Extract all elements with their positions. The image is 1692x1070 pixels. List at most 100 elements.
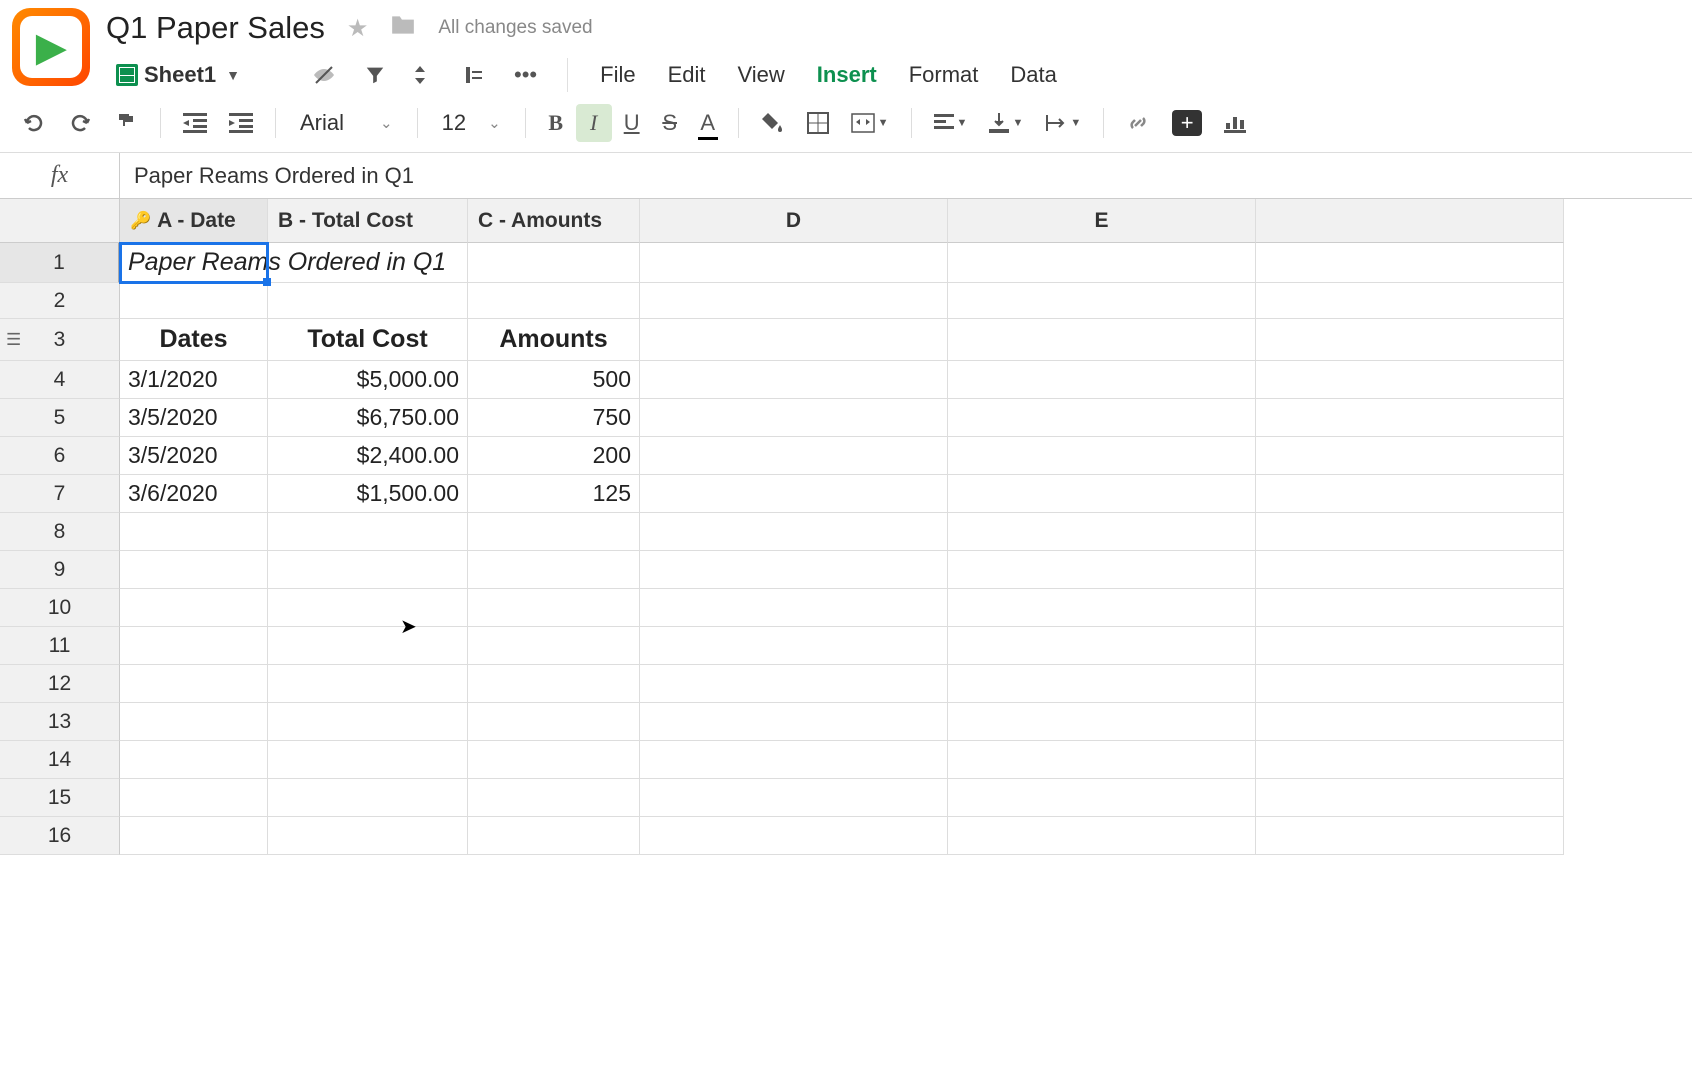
menu-edit[interactable]: Edit [652,56,722,94]
sheet-tab[interactable]: Sheet1 ▼ [106,58,250,92]
cell-d8[interactable] [640,513,948,551]
indent-decrease-button[interactable] [173,107,217,139]
cell-f16[interactable] [1256,817,1564,855]
cell-c9[interactable] [468,551,640,589]
cell-d15[interactable] [640,779,948,817]
menu-data[interactable]: Data [994,56,1072,94]
cell-c8[interactable] [468,513,640,551]
cell-f11[interactable] [1256,627,1564,665]
text-color-button[interactable]: A [690,104,726,142]
cell-a3[interactable]: Dates [120,319,268,361]
italic-button[interactable]: I [576,104,612,142]
cell-a9[interactable] [120,551,268,589]
cell-f15[interactable] [1256,779,1564,817]
cell-f5[interactable] [1256,399,1564,437]
cell-e5[interactable] [948,399,1256,437]
row-header-6[interactable]: 6 [0,437,120,475]
indent-increase-button[interactable] [219,107,263,139]
row-header-8[interactable]: 8 [0,513,120,551]
star-icon[interactable]: ★ [347,14,369,43]
cell-f4[interactable] [1256,361,1564,399]
cell-a16[interactable] [120,817,268,855]
cell-a7[interactable]: 3/6/2020 [120,475,268,513]
cell-c3[interactable]: Amounts [468,319,640,361]
cell-b9[interactable] [268,551,468,589]
visibility-off-icon[interactable] [298,57,350,93]
row-header-12[interactable]: 12 [0,665,120,703]
insert-comment-button[interactable]: + [1162,104,1212,142]
cell-a15[interactable] [120,779,268,817]
cell-c4[interactable]: 500 [468,361,640,399]
cell-a12[interactable] [120,665,268,703]
cell-a1[interactable]: Paper Reams Ordered in Q1 [120,243,268,283]
cell-f7[interactable] [1256,475,1564,513]
font-size-select[interactable]: 12 ⌄ [430,106,513,140]
cell-c13[interactable] [468,703,640,741]
cell-b7[interactable]: $1,500.00 [268,475,468,513]
cell-d5[interactable] [640,399,948,437]
document-title[interactable]: Q1 Paper Sales [106,10,325,46]
column-header-e[interactable]: E [948,199,1256,243]
cell-e4[interactable] [948,361,1256,399]
redo-button[interactable] [58,105,102,141]
menu-insert[interactable]: Insert [801,56,893,94]
cell-c6[interactable]: 200 [468,437,640,475]
more-options-icon[interactable]: ••• [500,56,551,94]
column-header-b[interactable]: B - Total Cost [268,199,468,243]
cell-c14[interactable] [468,741,640,779]
cell-c2[interactable] [468,283,640,319]
cell-d2[interactable] [640,283,948,319]
cell-a4[interactable]: 3/1/2020 [120,361,268,399]
bold-button[interactable]: B [538,104,574,142]
cell-e14[interactable] [948,741,1256,779]
borders-button[interactable] [797,106,839,140]
cell-e15[interactable] [948,779,1256,817]
cell-a13[interactable] [120,703,268,741]
cell-b5[interactable]: $6,750.00 [268,399,468,437]
cell-e2[interactable] [948,283,1256,319]
cell-d4[interactable] [640,361,948,399]
cell-b13[interactable] [268,703,468,741]
folder-icon[interactable] [390,14,416,43]
strikethrough-button[interactable]: S [652,104,688,142]
cell-c5[interactable]: 750 [468,399,640,437]
menu-format[interactable]: Format [893,56,995,94]
menu-view[interactable]: View [722,56,801,94]
cell-c1[interactable] [468,243,640,283]
row-header-13[interactable]: 13 [0,703,120,741]
cell-e1[interactable] [948,243,1256,283]
cell-b10[interactable] [268,589,468,627]
cell-b4[interactable]: $5,000.00 [268,361,468,399]
cell-d7[interactable] [640,475,948,513]
cell-f8[interactable] [1256,513,1564,551]
row-header-1[interactable]: 1 [0,243,120,283]
cell-d16[interactable] [640,817,948,855]
row-header-16[interactable]: 16 [0,817,120,855]
font-family-select[interactable]: Arial ⌄ [288,106,405,140]
cell-d10[interactable] [640,589,948,627]
cell-b16[interactable] [268,817,468,855]
cell-b11[interactable] [268,627,468,665]
column-header-c[interactable]: C - Amounts [468,199,640,243]
cell-d12[interactable] [640,665,948,703]
cell-f13[interactable] [1256,703,1564,741]
row-header-7[interactable]: 7 [0,475,120,513]
menu-file[interactable]: File [584,56,651,94]
cell-b12[interactable] [268,665,468,703]
cell-a8[interactable] [120,513,268,551]
row-header-2[interactable]: 2 [0,283,120,319]
paint-format-button[interactable] [104,105,148,141]
select-all-corner[interactable] [0,199,120,243]
cell-e8[interactable] [948,513,1256,551]
vertical-align-button[interactable]: ▼ [979,107,1033,139]
cell-c15[interactable] [468,779,640,817]
cell-e10[interactable] [948,589,1256,627]
filter-icon[interactable] [350,58,400,92]
column-header-a[interactable]: 🔑A - Date [120,199,268,243]
cell-d13[interactable] [640,703,948,741]
merge-cells-button[interactable]: ▼ [841,107,899,139]
fx-label[interactable]: fx [0,153,120,198]
row-height-icon[interactable] [448,57,500,93]
cell-b8[interactable] [268,513,468,551]
cell-e16[interactable] [948,817,1256,855]
